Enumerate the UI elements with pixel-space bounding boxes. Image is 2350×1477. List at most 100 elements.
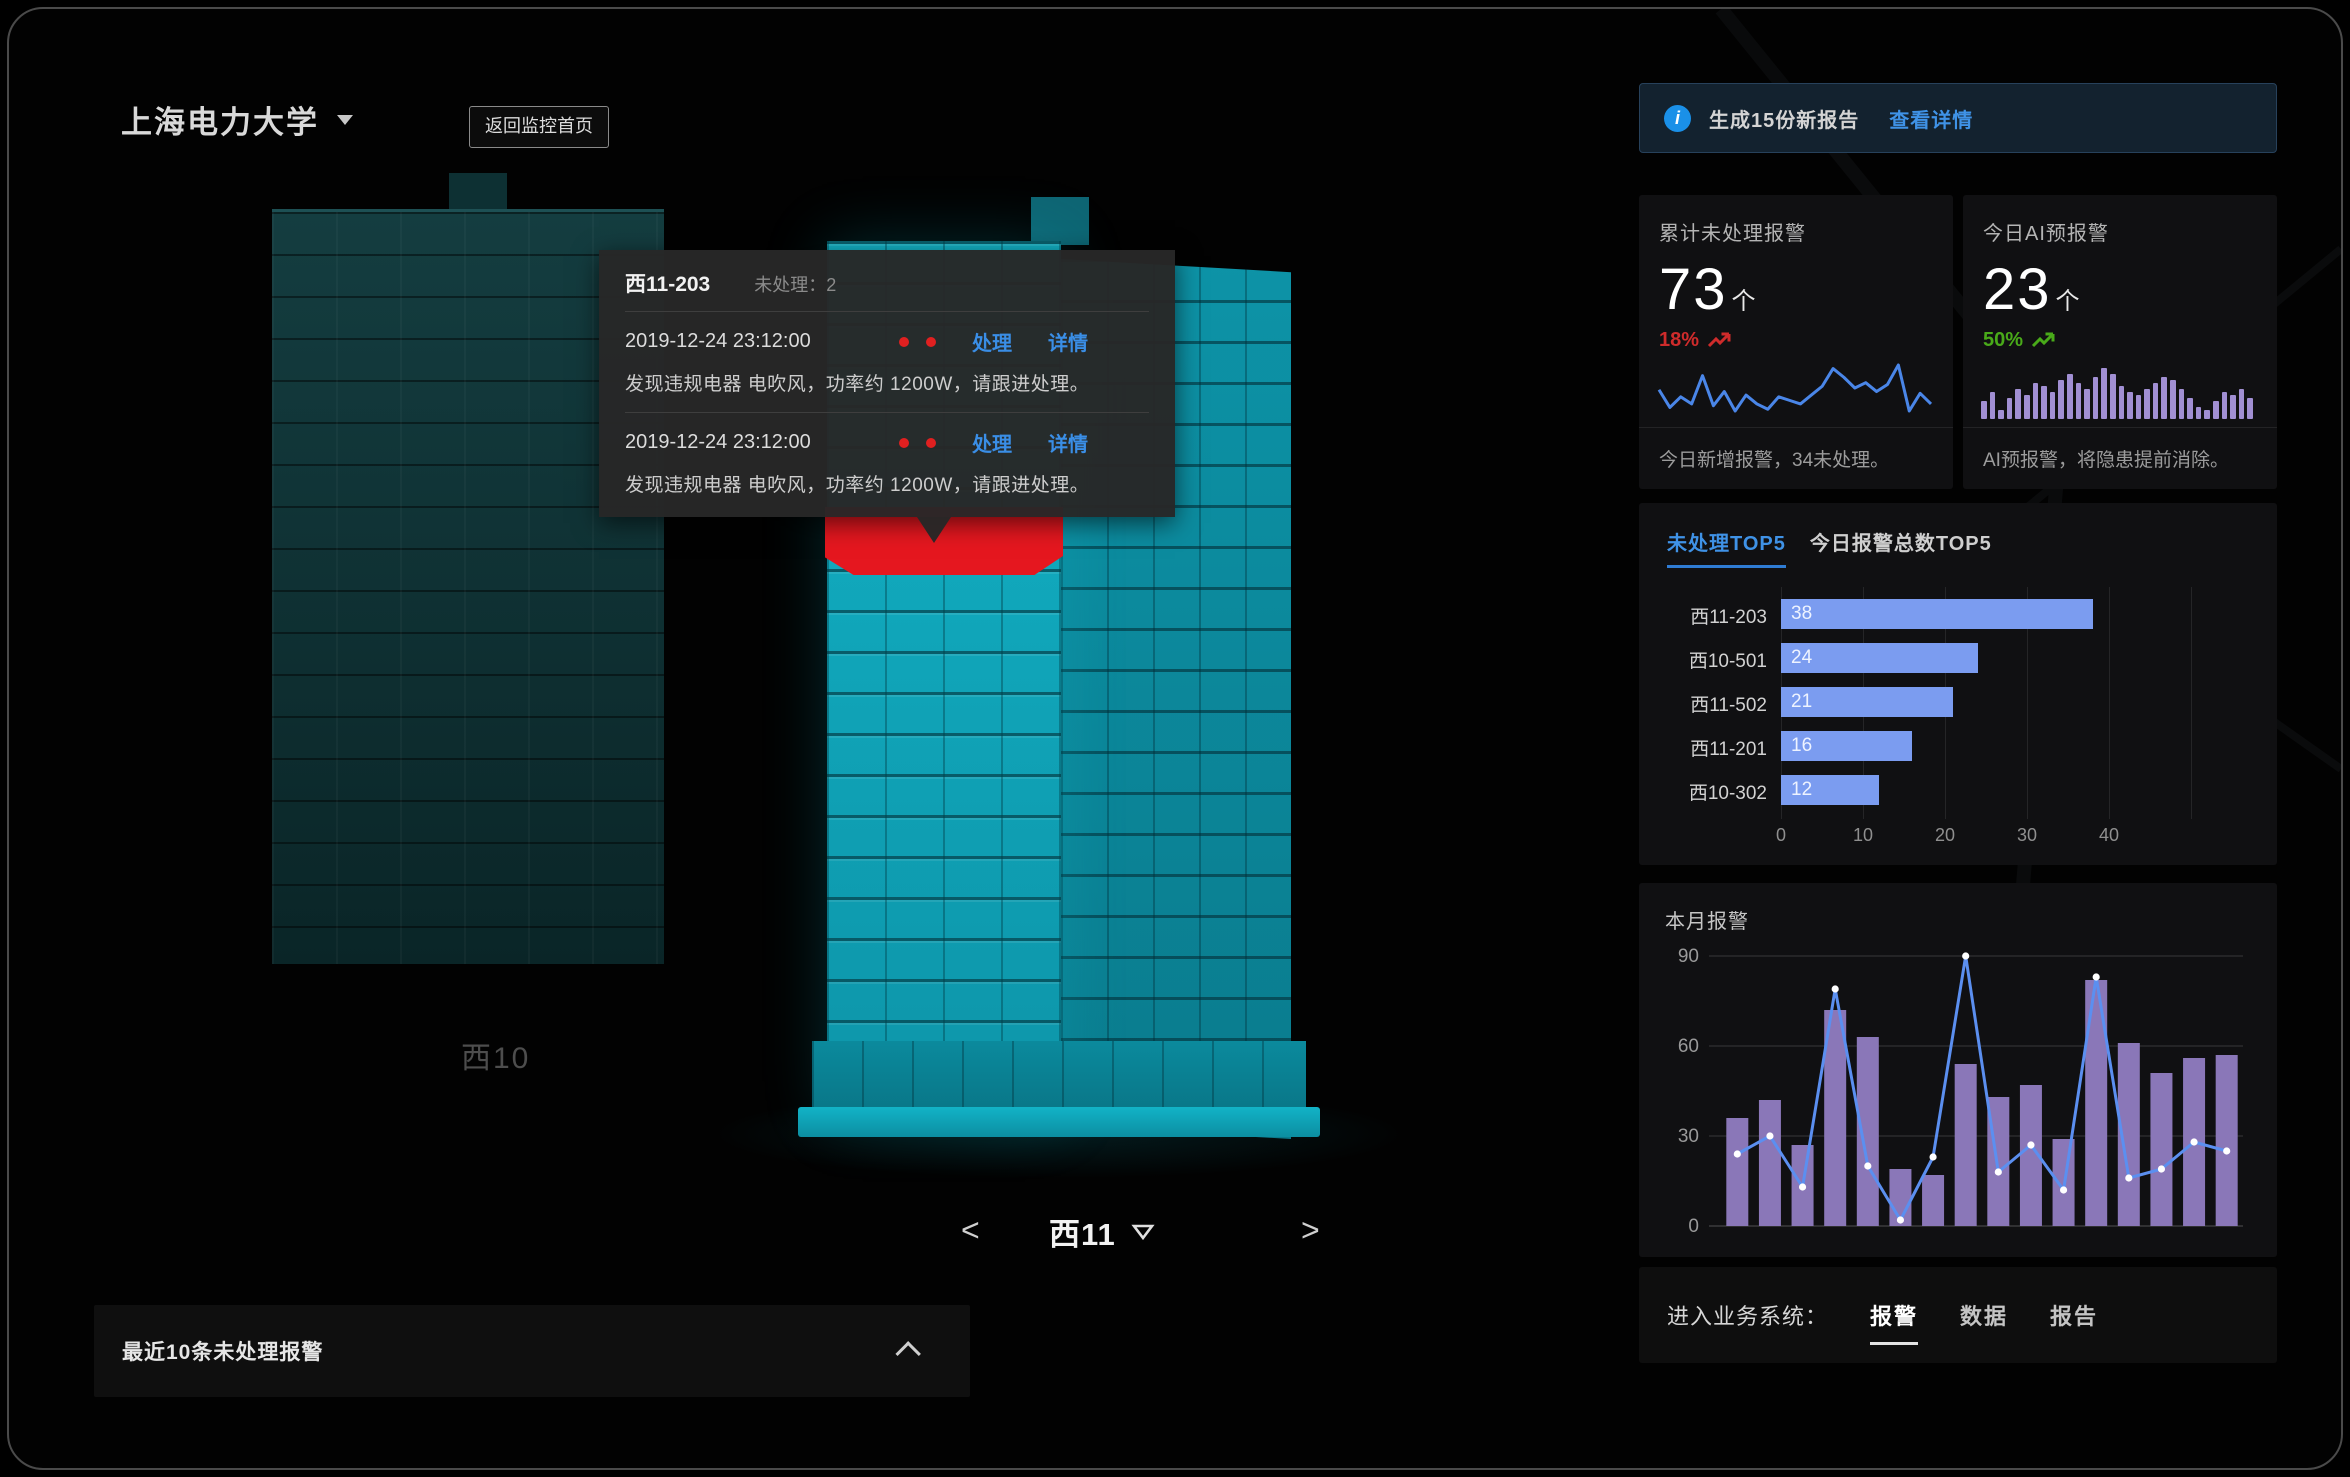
mini-bar <box>1981 401 1987 419</box>
mini-bar <box>2076 383 2082 419</box>
top5-row-label: 西10-302 <box>1667 778 1767 805</box>
top5-bar: 21 <box>1781 687 1953 717</box>
building-selector[interactable]: 西11 <box>1049 1209 1155 1254</box>
report-banner: i 生成15份新报告 查看详情 <box>1639 83 2277 153</box>
stat-value: 73 <box>1659 256 1728 323</box>
mini-bar <box>2033 383 2039 419</box>
mini-bar <box>2024 395 2030 419</box>
stat-footer: AI预报警，将隐患提前消除。 <box>1963 427 2277 489</box>
tab-unprocessed-top5[interactable]: 未处理TOP5 <box>1667 527 1786 568</box>
x-tick-label: 30 <box>2017 825 2037 846</box>
unprocessed-sparkline-chart <box>1657 353 1933 419</box>
alarm-entry: 2019-12-24 23:12:00 处理 详情 发现违规电器 电吹风，功率约… <box>625 412 1149 497</box>
mini-bar <box>2204 410 2210 419</box>
x-tick-label: 0 <box>1776 825 1786 846</box>
alarm-message: 发现违规电器 电吹风，功率约 1200W，请跟进处理。 <box>625 470 1149 497</box>
svg-text:30: 30 <box>1678 1126 1699 1147</box>
building-xi10-label: 西10 <box>461 1033 530 1077</box>
monthly-chart-title: 本月报警 <box>1665 905 2251 934</box>
detail-link[interactable]: 详情 <box>1048 327 1088 356</box>
recent-alarms-title: 最近10条未处理报警 <box>122 1336 323 1366</box>
dashboard: 上海电力大学 返回监控首页 西10 西11-203 未处理：2 2019-12-… <box>0 0 2350 1477</box>
top5-row-label: 西10-501 <box>1667 646 1767 673</box>
detail-link[interactable]: 详情 <box>1048 428 1088 457</box>
mini-bar <box>2213 401 2219 419</box>
campus-dropdown-caret[interactable] <box>335 113 355 127</box>
mini-bar <box>2110 374 2116 419</box>
next-building-button[interactable]: > <box>1301 1212 1320 1249</box>
process-link[interactable]: 处理 <box>972 327 1012 356</box>
mini-bar <box>2144 389 2150 419</box>
mini-bar <box>2230 395 2236 419</box>
biz-link-alarm[interactable]: 报警 <box>1870 1299 1918 1345</box>
mini-bar <box>1998 410 2004 419</box>
monthly-combo-chart: 0 30 60 90 <box>1665 938 2251 1244</box>
x-tick-label: 10 <box>1853 825 1873 846</box>
top5-row-label: 西11-502 <box>1667 690 1767 717</box>
stat-title: 累计未处理报警 <box>1659 217 1933 246</box>
x-tick-label: 40 <box>2099 825 2119 846</box>
top5-card: 未处理TOP5 今日报警总数TOP5 010203040西11-20338西10… <box>1639 503 2277 865</box>
prev-building-button[interactable]: < <box>961 1212 980 1249</box>
building-xi10-chimney <box>449 173 507 213</box>
stat-card-unprocessed: 累计未处理报警 73 个 18% 今日新增报警，34未处理。 <box>1639 195 1953 489</box>
alarm-entry: 2019-12-24 23:12:00 处理 详情 发现违规电器 电吹风，功率约… <box>625 312 1149 396</box>
trend-percent: 18% <box>1659 329 1699 352</box>
back-to-monitor-button[interactable]: 返回监控首页 <box>469 106 609 148</box>
svg-text:0: 0 <box>1688 1216 1699 1237</box>
top5-bar: 38 <box>1781 599 2093 629</box>
business-system-label: 进入业务系统： <box>1667 1299 1828 1331</box>
campus-title: 上海电力大学 <box>121 97 355 142</box>
mini-bar <box>2127 392 2133 419</box>
alarm-tooltip: 西11-203 未处理：2 2019-12-24 23:12:00 处理 详情 … <box>599 250 1175 517</box>
alarm-time: 2019-12-24 23:12:00 <box>625 431 877 454</box>
stat-card-ai-alerts: 今日AI预报警 23 个 50% AI预报警，将隐患提前消除。 <box>1963 195 2277 489</box>
mini-bar <box>2153 383 2159 419</box>
top5-row-label: 西11-201 <box>1667 734 1767 761</box>
stat-unit: 个 <box>2056 281 2080 316</box>
alarm-status-dots <box>899 438 936 448</box>
mini-bar <box>2015 389 2021 419</box>
building-xi11-podium <box>812 1041 1306 1113</box>
mini-bar <box>2101 368 2107 419</box>
top5-bar: 24 <box>1781 643 1978 673</box>
tooltip-room-title: 西11-203 <box>625 268 710 298</box>
mini-bar <box>2239 389 2245 419</box>
alarm-message: 发现违规电器 电吹风，功率约 1200W，请跟进处理。 <box>625 369 1149 396</box>
stat-unit: 个 <box>1732 281 1756 316</box>
mini-bar <box>1990 392 1996 419</box>
svg-text:90: 90 <box>1678 946 1699 967</box>
mini-bar <box>2187 398 2193 419</box>
x-tick-label: 20 <box>1935 825 1955 846</box>
mini-bar <box>2093 377 2099 419</box>
svg-text:60: 60 <box>1678 1036 1699 1057</box>
mini-bar <box>2222 392 2228 419</box>
business-system-bar: 进入业务系统： 报警 数据 报告 <box>1639 1267 2277 1363</box>
mini-bar <box>2084 389 2090 419</box>
biz-link-report[interactable]: 报告 <box>2050 1299 2098 1331</box>
trend-up-icon <box>2031 332 2061 350</box>
mini-bar <box>2247 398 2253 419</box>
view-details-link[interactable]: 查看详情 <box>1889 104 1973 133</box>
mini-bar <box>2007 398 2013 419</box>
trend-up-icon <box>1707 332 1737 350</box>
mini-bar <box>2058 380 2064 419</box>
top5-bar: 12 <box>1781 775 1879 805</box>
mini-bar <box>2050 392 2056 419</box>
tab-today-total-top5[interactable]: 今日报警总数TOP5 <box>1810 527 1992 568</box>
recent-alarms-panel: 最近10条未处理报警 <box>94 1305 970 1397</box>
current-building-label: 西11 <box>1049 1209 1116 1254</box>
collapse-chevron-icon[interactable] <box>895 1341 920 1366</box>
mini-bar <box>2041 386 2047 419</box>
mini-bar <box>2067 374 2073 419</box>
mini-bar <box>2196 407 2202 419</box>
screen-frame: 上海电力大学 返回监控首页 西10 西11-203 未处理：2 2019-12-… <box>7 7 2343 1470</box>
biz-link-data[interactable]: 数据 <box>1960 1299 2008 1331</box>
campus-title-text: 上海电力大学 <box>121 97 319 142</box>
building-xi11-base <box>798 1107 1320 1137</box>
mini-bar <box>2136 395 2142 419</box>
mini-bar <box>2161 377 2167 419</box>
stat-footer: 今日新增报警，34未处理。 <box>1639 427 1953 489</box>
process-link[interactable]: 处理 <box>972 428 1012 457</box>
mini-bar <box>2170 380 2176 419</box>
